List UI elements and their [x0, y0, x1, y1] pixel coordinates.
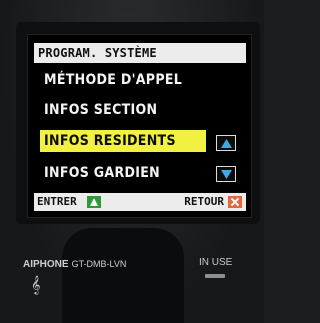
brand-name: AIPHONE — [23, 259, 69, 270]
camera-housing — [62, 228, 184, 323]
in-use-indicator — [205, 274, 225, 278]
scroll-down-button[interactable] — [216, 166, 236, 182]
screen-title: PROGRAM. SYSTÈME — [34, 43, 246, 63]
intercom-panel: PROGRAM. SYSTÈME MÉTHODE D'APPEL INFOS S… — [0, 0, 264, 323]
menu-item-methode-appel[interactable]: MÉTHODE D'APPEL — [40, 69, 206, 91]
model-number: GT-DMB-LVN — [71, 259, 127, 269]
menu-item-infos-section[interactable]: INFOS SECTION — [40, 99, 206, 121]
enter-up-arrow-icon[interactable] — [87, 196, 101, 208]
brand-label: AIPHONE GT-DMB-LVN — [23, 259, 126, 270]
menu-item-infos-residents[interactable]: INFOS RESIDENTS — [40, 130, 206, 152]
up-arrow-icon — [221, 139, 232, 148]
ear-icon: 𝄞 — [31, 275, 41, 294]
screen-footer: ENTRER RETOUR — [34, 193, 246, 211]
enter-label[interactable]: ENTRER — [37, 193, 77, 211]
back-label[interactable]: RETOUR — [184, 193, 224, 211]
lcd-screen: PROGRAM. SYSTÈME MÉTHODE D'APPEL INFOS S… — [27, 34, 252, 218]
menu-item-infos-gardien[interactable]: INFOS GARDIEN — [40, 162, 206, 184]
down-arrow-icon — [221, 170, 232, 179]
close-x-icon[interactable] — [228, 196, 242, 208]
in-use-label: IN USE — [199, 257, 233, 268]
scroll-up-button[interactable] — [216, 135, 236, 151]
